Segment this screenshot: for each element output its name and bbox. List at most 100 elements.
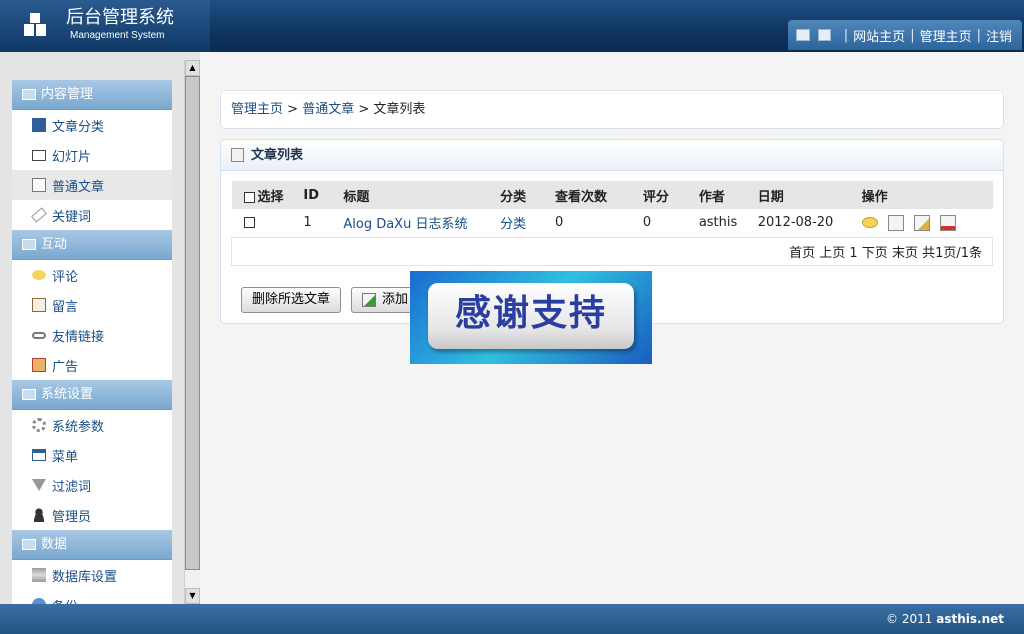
view-icon[interactable] bbox=[887, 214, 904, 231]
link-icon bbox=[32, 331, 46, 339]
pager[interactable]: 首页 上页 1 下页 末页 共1页/1条 bbox=[231, 237, 993, 266]
thanks-banner-text: 感谢支持 bbox=[428, 283, 634, 349]
sidebar-item-ads[interactable]: 广告 bbox=[12, 350, 172, 380]
breadcrumb: 管理主页 > 普通文章 > 文章列表 bbox=[220, 90, 1004, 129]
settings-icon bbox=[22, 389, 36, 400]
sidebar-group-data[interactable]: 数据 bbox=[12, 530, 172, 560]
cup-icon bbox=[22, 239, 36, 250]
panel-title: 文章列表 bbox=[221, 140, 1003, 171]
book-icon[interactable] bbox=[817, 29, 831, 41]
document-icon bbox=[231, 148, 244, 162]
sidebar-item-articles[interactable]: 普通文章 bbox=[12, 170, 172, 200]
sidebar-item-label: 关键词 bbox=[52, 209, 92, 225]
header-views: 查看次数 bbox=[555, 181, 643, 209]
breadcrumb-separator: > bbox=[358, 102, 370, 117]
panel-title-text: 文章列表 bbox=[251, 147, 304, 163]
header-id: ID bbox=[303, 181, 344, 209]
sidebar-item-label: 广告 bbox=[52, 359, 79, 375]
logo-icon bbox=[24, 13, 50, 37]
sidebar-group-content[interactable]: 内容管理 bbox=[12, 80, 172, 110]
sidebar-item-backup[interactable]: 备份 bbox=[12, 590, 172, 604]
sidebar-item-comments[interactable]: 评论 bbox=[12, 260, 172, 290]
sidebar-group-label: 系统设置 bbox=[41, 386, 94, 402]
delete-icon[interactable] bbox=[940, 214, 957, 231]
sidebar-item-messages[interactable]: 留言 bbox=[12, 290, 172, 320]
sidebar-item-keywords[interactable]: 关键词 bbox=[12, 200, 172, 230]
edit-icon[interactable] bbox=[913, 214, 930, 231]
sidebar-item-links[interactable]: 友情链接 bbox=[12, 320, 172, 350]
nav-logout[interactable]: 注销 bbox=[986, 26, 1012, 45]
sidebar-item-label: 留言 bbox=[52, 299, 79, 315]
comment-add-icon[interactable] bbox=[861, 217, 878, 229]
tag-icon bbox=[31, 207, 47, 223]
pager-row: 首页 上页 1 下页 末页 共1页/1条 bbox=[231, 237, 993, 266]
row-checkbox[interactable] bbox=[243, 217, 255, 229]
nav-site-home[interactable]: 网站主页 bbox=[853, 26, 905, 45]
header-select-label: 选择 bbox=[257, 189, 284, 205]
sidebar-group-interaction[interactable]: 互动 bbox=[12, 230, 172, 260]
breadcrumb-articles[interactable]: 普通文章 bbox=[302, 102, 354, 117]
document-icon bbox=[32, 178, 46, 192]
delete-selected-button[interactable]: 删除所选文章 bbox=[241, 287, 342, 313]
breadcrumb-home[interactable]: 管理主页 bbox=[231, 102, 283, 117]
scroll-up-arrow-icon[interactable]: ▲ bbox=[185, 60, 200, 76]
cell-views: 0 bbox=[555, 209, 643, 238]
sidebar-item-filter-words[interactable]: 过滤词 bbox=[12, 470, 172, 500]
sidebar-item-system-params[interactable]: 系统参数 bbox=[12, 410, 172, 440]
header-title: 标题 bbox=[343, 181, 501, 209]
top-navigation: | 网站主页 | 管理主页 | 注销 bbox=[787, 20, 1022, 50]
footer: © 2011 asthis.net bbox=[0, 604, 1024, 634]
clipboard-icon bbox=[32, 298, 46, 312]
category-link[interactable]: 分类 bbox=[500, 217, 526, 232]
sidebar-item-label: 系统参数 bbox=[52, 419, 105, 435]
breadcrumb-current: 文章列表 bbox=[373, 102, 426, 117]
add-article-button[interactable]: 添加 bbox=[351, 287, 420, 313]
left-column: 内容管理 文章分类 幻灯片 普通文章 关键词 互动 评论 留言 友情链接 广告 … bbox=[0, 52, 200, 604]
copyright: © 2011 bbox=[886, 612, 933, 626]
sidebar-group-label: 互动 bbox=[41, 236, 68, 252]
scroll-down-arrow-icon[interactable]: ▼ bbox=[185, 588, 200, 604]
ad-icon bbox=[32, 358, 46, 372]
logo-area: 后台管理系统 Management System bbox=[0, 0, 210, 52]
site-title: 后台管理系统 bbox=[66, 7, 174, 28]
menu-icon bbox=[32, 449, 46, 461]
sidebar-item-label: 菜单 bbox=[52, 449, 79, 465]
filter-icon bbox=[32, 479, 46, 491]
sidebar-item-admins[interactable]: 管理员 bbox=[12, 500, 172, 530]
sidebar-item-label: 普通文章 bbox=[52, 179, 105, 195]
sidebar-group-settings[interactable]: 系统设置 bbox=[12, 380, 172, 410]
nav-admin-home[interactable]: 管理主页 bbox=[920, 26, 972, 45]
scroll-thumb[interactable] bbox=[185, 76, 200, 570]
article-title-link[interactable]: Alog DaXu 日志系统 bbox=[343, 217, 467, 232]
sidebar-item-slideshow[interactable]: 幻灯片 bbox=[12, 140, 172, 170]
sidebar-item-label: 友情链接 bbox=[52, 329, 105, 345]
content-icon bbox=[22, 89, 36, 100]
table-header-row: 选择 ID 标题 分类 查看次数 评分 作者 日期 操作 bbox=[231, 181, 993, 209]
sidebar-item-article-category[interactable]: 文章分类 bbox=[12, 110, 172, 140]
site-subtitle: Management System bbox=[70, 30, 165, 41]
select-all-checkbox[interactable] bbox=[243, 191, 255, 203]
sidebar-item-menu[interactable]: 菜单 bbox=[12, 440, 172, 470]
cell-actions bbox=[861, 209, 993, 238]
sidebar-item-label: 数据库设置 bbox=[52, 569, 118, 585]
sidebar-scrollbar[interactable]: ▲ ▼ bbox=[184, 60, 200, 604]
sidebar-group-label: 数据 bbox=[41, 536, 68, 552]
sidebar-item-database[interactable]: 数据库设置 bbox=[12, 560, 172, 590]
database-icon bbox=[32, 568, 46, 582]
book-icon bbox=[32, 118, 46, 132]
sidebar-item-label: 评论 bbox=[52, 269, 79, 285]
header-author: 作者 bbox=[698, 181, 758, 209]
sidebar-item-label: 过滤词 bbox=[52, 479, 92, 495]
sidebar-group-label: 内容管理 bbox=[41, 86, 94, 102]
cell-date: 2012-08-20 bbox=[757, 209, 862, 238]
header-select: 选择 bbox=[231, 181, 304, 209]
sidebar-item-label: 幻灯片 bbox=[52, 149, 92, 165]
row-select-cell bbox=[231, 209, 304, 238]
monitor-icon bbox=[32, 149, 46, 161]
home-icon[interactable] bbox=[795, 29, 810, 41]
computer-icon bbox=[22, 539, 36, 550]
sidebar-item-label: 备份 bbox=[52, 596, 78, 605]
footer-site: asthis.net bbox=[936, 612, 1004, 626]
cell-rating: 0 bbox=[642, 209, 699, 238]
sidebar-item-label: 文章分类 bbox=[52, 119, 105, 135]
